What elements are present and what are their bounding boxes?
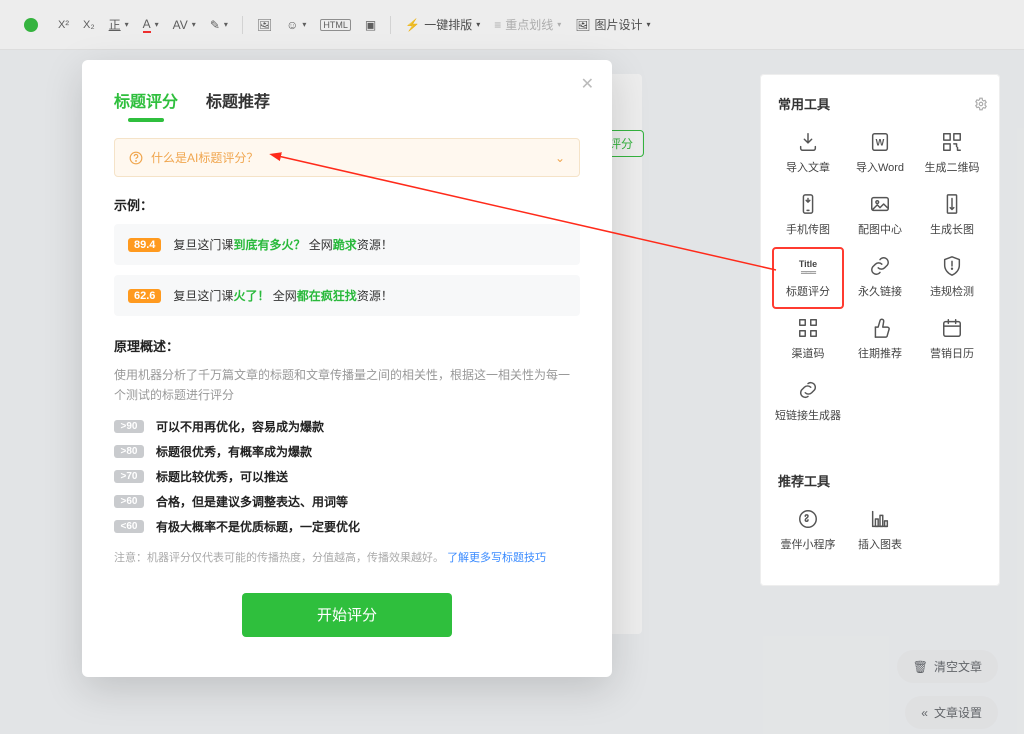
tool-chart[interactable]: 插入图表 bbox=[844, 500, 916, 562]
tool-download[interactable]: 导入文章 bbox=[772, 123, 844, 185]
principle-row: >90 可以不用再优化，容易成为爆款 bbox=[114, 418, 580, 435]
close-icon[interactable]: ✕ bbox=[581, 74, 594, 94]
tool-miniapp[interactable]: 壹伴小程序 bbox=[772, 500, 844, 562]
score-badge: 62.6 bbox=[128, 289, 161, 303]
shortlink-icon bbox=[795, 381, 821, 403]
range-badge: >80 bbox=[114, 445, 144, 458]
tool-label: 永久链接 bbox=[858, 283, 902, 299]
tool-title[interactable]: Title═══ 标题评分 bbox=[772, 247, 844, 309]
principle-text: 合格，但是建议多调整表达、用词等 bbox=[156, 493, 348, 510]
note: 注意：机器评分仅代表可能的传播热度，分值越高，传播效果越好。 了解更多写标题技巧 bbox=[114, 549, 580, 565]
tool-link[interactable]: 永久链接 bbox=[844, 247, 916, 309]
tool-phone[interactable]: 手机传图 bbox=[772, 185, 844, 247]
word-icon: W bbox=[867, 133, 893, 155]
tool-label: 标题评分 bbox=[786, 283, 830, 299]
tool-longimg[interactable]: 生成长图 bbox=[916, 185, 988, 247]
principle-row: >70 标题比较优秀，可以推送 bbox=[114, 468, 580, 485]
principle-text: 标题很优秀，有概率成为爆款 bbox=[156, 443, 312, 460]
svg-text:W: W bbox=[876, 138, 885, 148]
example-text: 复旦这门课到底有多火？ 全网跪求资源！ bbox=[173, 236, 392, 253]
gear-icon[interactable] bbox=[974, 97, 988, 111]
tool-label: 配图中心 bbox=[858, 221, 902, 237]
shield-icon bbox=[939, 257, 965, 279]
sidebar: 常用工具 导入文章 W 导入Word 生成二维码手机传图 配图中心 生成长图 Title══… bbox=[760, 74, 1000, 586]
link-icon bbox=[867, 257, 893, 279]
principle-text: 有极大概率不是优质标题，一定要优化 bbox=[156, 518, 360, 535]
info-title: 什么是AI标题评分？ bbox=[151, 149, 258, 166]
range-badge: <60 bbox=[114, 520, 144, 533]
sidebar-title: 常用工具 bbox=[778, 94, 830, 113]
example-row: 89.4 复旦这门课到底有多火？ 全网跪求资源！ bbox=[114, 224, 580, 265]
principle-row: <60 有极大概率不是优质标题，一定要优化 bbox=[114, 518, 580, 535]
tool-label: 导入Word bbox=[856, 159, 904, 175]
longimg-icon bbox=[939, 195, 965, 217]
info-banner[interactable]: 什么是AI标题评分？ ⌄ bbox=[114, 138, 580, 177]
tool-label: 生成二维码 bbox=[925, 159, 980, 175]
tab-title-recommend[interactable]: 标题推荐 bbox=[206, 88, 270, 120]
tool-channel[interactable]: 渠道码 bbox=[772, 309, 844, 371]
tab-title-score[interactable]: 标题评分 bbox=[114, 88, 178, 120]
chevron-down-icon: ⌄ bbox=[555, 151, 565, 165]
example-text: 复旦这门课火了！ 全网都在疯狂找资源！ bbox=[173, 287, 392, 304]
tool-shield[interactable]: 违规检测 bbox=[916, 247, 988, 309]
tool-calendar[interactable]: 营销日历 bbox=[916, 309, 988, 371]
principle-text: 可以不用再优化，容易成为爆款 bbox=[156, 418, 324, 435]
tool-word[interactable]: W 导入Word bbox=[844, 123, 916, 185]
tool-image[interactable]: 配图中心 bbox=[844, 185, 916, 247]
tool-label: 手机传图 bbox=[786, 221, 830, 237]
title-score-modal: ✕ 标题评分 标题推荐 什么是AI标题评分？ ⌄ 示例： 89.4 复旦这门课到底… bbox=[82, 60, 612, 677]
note-link[interactable]: 了解更多写标题技巧 bbox=[447, 552, 546, 564]
tool-label: 插入图表 bbox=[858, 536, 902, 552]
download-icon bbox=[795, 133, 821, 155]
title-icon: Title═══ bbox=[795, 257, 821, 279]
example-row: 62.6 复旦这门课火了！ 全网都在疯狂找资源！ bbox=[114, 275, 580, 316]
question-icon bbox=[129, 151, 143, 165]
principle-label: 原理概述： bbox=[114, 336, 580, 355]
calendar-icon bbox=[939, 319, 965, 341]
image-icon bbox=[867, 195, 893, 217]
qr-icon bbox=[939, 133, 965, 155]
phone-icon bbox=[795, 195, 821, 217]
principle-desc: 使用机器分析了千万篇文章的标题和文章传播量之间的相关性，根据这一相关性为每一个测… bbox=[114, 365, 580, 406]
chart-icon bbox=[867, 510, 893, 532]
range-badge: >90 bbox=[114, 420, 144, 433]
tool-label: 营销日历 bbox=[930, 345, 974, 361]
tool-label: 壹伴小程序 bbox=[781, 536, 836, 552]
example-label: 示例： bbox=[114, 195, 580, 214]
principle-row: >60 合格，但是建议多调整表达、用词等 bbox=[114, 493, 580, 510]
tool-label: 往期推荐 bbox=[858, 345, 902, 361]
tool-shortlink[interactable]: 短链接生成器 bbox=[772, 371, 844, 433]
tool-qr[interactable]: 生成二维码 bbox=[916, 123, 988, 185]
tool-label: 生成长图 bbox=[930, 221, 974, 237]
channel-icon bbox=[795, 319, 821, 341]
range-badge: >60 bbox=[114, 495, 144, 508]
tool-label: 违规检测 bbox=[930, 283, 974, 299]
modal-tabs: 标题评分 标题推荐 bbox=[114, 88, 580, 120]
range-badge: >70 bbox=[114, 470, 144, 483]
miniapp-icon bbox=[795, 510, 821, 532]
tool-label: 短链接生成器 bbox=[775, 407, 841, 423]
sidebar-rec-title: 推荐工具 bbox=[778, 471, 830, 490]
principle-text: 标题比较优秀，可以推送 bbox=[156, 468, 288, 485]
tool-label: 导入文章 bbox=[786, 159, 830, 175]
thumb-icon bbox=[867, 319, 893, 341]
principle-row: >80 标题很优秀，有概率成为爆款 bbox=[114, 443, 580, 460]
tool-label: 渠道码 bbox=[792, 345, 825, 361]
tool-thumb[interactable]: 往期推荐 bbox=[844, 309, 916, 371]
start-scoring-button[interactable]: 开始评分 bbox=[242, 593, 452, 637]
score-badge: 89.4 bbox=[128, 238, 161, 252]
